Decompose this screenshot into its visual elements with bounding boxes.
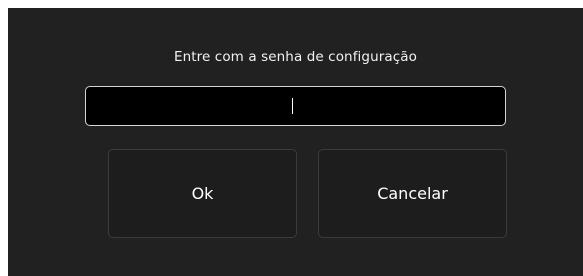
text-caret [292,98,293,114]
password-dialog: Entre com a senha de configuração Ok Can… [8,8,583,276]
ok-button[interactable]: Ok [108,149,297,238]
password-input[interactable] [85,86,506,126]
cancel-button-label: Cancelar [377,184,448,203]
cancel-button[interactable]: Cancelar [318,149,507,238]
ok-button-label: Ok [191,184,214,203]
prompt-label: Entre com a senha de configuração [173,49,418,65]
